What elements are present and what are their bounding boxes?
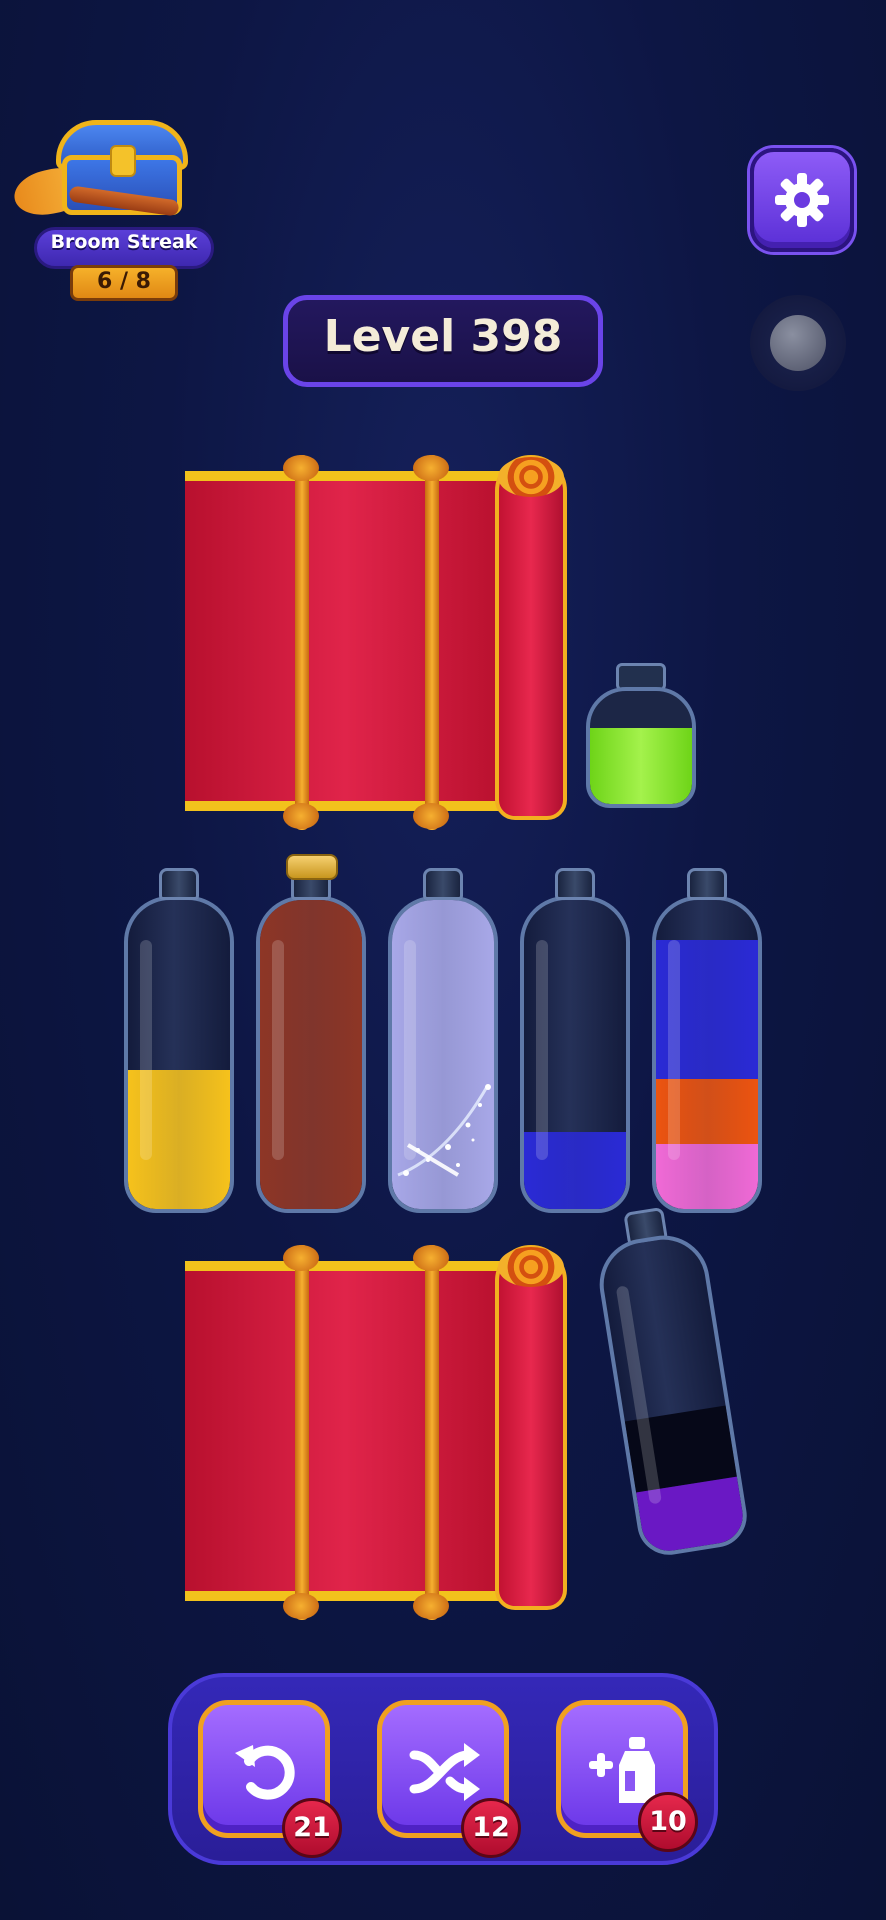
bottle-body [520,896,630,1213]
toggle-indicator[interactable] [750,295,846,391]
gear-icon [775,173,829,227]
cork-icon [286,854,338,880]
bottle-1[interactable] [124,868,234,1213]
bottle-shine [140,940,152,1160]
broom-streak-widget[interactable]: Broom Streak 6 / 8 [10,115,214,301]
undo-count-badge: 21 [282,1798,342,1858]
tilted-bottle[interactable] [589,1201,752,1560]
bottle-neck [423,868,463,900]
sparkle-effect [397,1084,491,1177]
bottle-5[interactable] [652,868,762,1213]
bottle-body [652,896,762,1213]
chest-lock-icon [110,145,136,177]
toggle-knob [770,315,826,371]
curtain-bottom [185,1245,570,1620]
bottle-2[interactable] [256,854,366,1213]
streak-label: Broom Streak [50,231,198,253]
small-green-jar[interactable] [586,663,696,808]
jar-liquid [590,728,692,804]
bottle-neck [687,868,727,900]
bottle-shine [272,940,284,1160]
bottle-neck [159,868,199,900]
bottle-body [124,896,234,1213]
bottle-shine [536,940,548,1160]
settings-button[interactable] [750,148,854,252]
bottle-neck [555,868,595,900]
streak-count: 6 / 8 [97,269,151,294]
curtain-top [185,455,570,830]
add-bottle-count-badge: 10 [638,1792,698,1852]
bottle-4[interactable] [520,868,630,1213]
level-title: Level 398 [323,311,563,362]
undo-icon [235,1745,295,1800]
shuffle-count-badge: 12 [461,1798,521,1858]
bottle-shine [668,940,680,1160]
shuffle-icon [409,1743,480,1801]
bottle-body [256,896,366,1213]
